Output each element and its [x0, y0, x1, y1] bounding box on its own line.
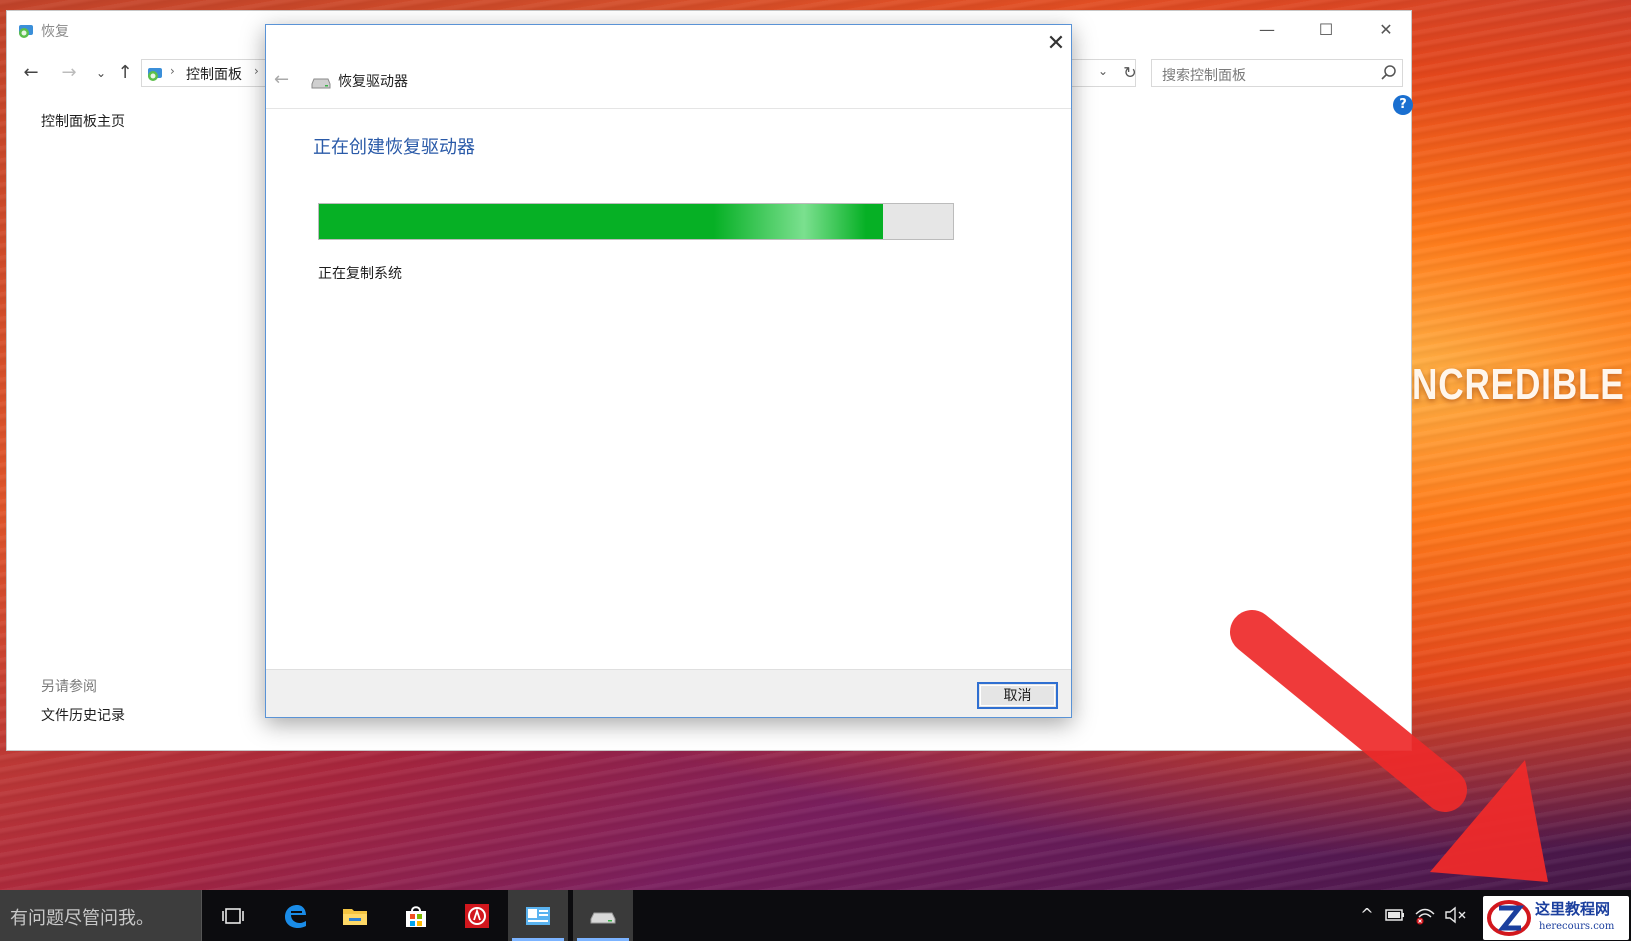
- watermark-url: herecours.com: [1539, 921, 1615, 932]
- refresh-icon[interactable]: ↻: [1120, 61, 1140, 85]
- progress-bar: [318, 203, 954, 240]
- control-panel-taskbar-button[interactable]: [508, 890, 568, 941]
- watermark-z-icon: [1487, 900, 1531, 936]
- recovery-drive-dialog: ✕ ← 恢复驱动器 正在创建恢复驱动器 正在复制系统 取消: [265, 24, 1072, 718]
- control-panel-icon: [148, 68, 162, 81]
- edge-button[interactable]: [265, 890, 325, 941]
- dialog-footer: 取消: [266, 669, 1071, 717]
- store-button[interactable]: [386, 890, 446, 941]
- search-placeholder: 搜索控制面板: [1162, 68, 1246, 84]
- edge-icon: [285, 905, 306, 928]
- task-view-icon: [222, 908, 244, 924]
- see-also-heading: 另请参阅: [41, 679, 97, 695]
- dialog-title: 恢复驱动器: [338, 74, 408, 90]
- annotation-arrow: [1230, 610, 1548, 882]
- back-arrow-icon[interactable]: ←: [19, 61, 43, 85]
- minimize-button[interactable]: —: [1253, 19, 1281, 41]
- search-input[interactable]: 搜索控制面板: [1151, 59, 1403, 87]
- progress-status: 正在复制系统: [318, 266, 402, 282]
- help-icon[interactable]: ?: [1393, 95, 1413, 115]
- address-dropdown-icon[interactable]: ⌄: [1098, 64, 1108, 78]
- maximize-button[interactable]: ☐: [1312, 19, 1340, 41]
- recovery-drive-icon: [590, 912, 616, 924]
- cortana-search-text: 有问题尽管问我。: [10, 908, 154, 929]
- drive-icon: [311, 78, 331, 89]
- progress-fill: [319, 204, 884, 239]
- cortana-search-box[interactable]: 有问题尽管问我。: [0, 890, 202, 941]
- chevron-right-icon[interactable]: ›: [254, 64, 259, 78]
- watermark-title: 这里教程网: [1535, 900, 1611, 918]
- watermark-logo: 这里教程网 herecours.com: [1483, 896, 1629, 940]
- chevron-right-icon[interactable]: ›: [170, 64, 175, 78]
- close-button[interactable]: ✕: [1372, 19, 1400, 41]
- back-arrow-icon[interactable]: ←: [274, 69, 289, 90]
- file-explorer-button[interactable]: [325, 890, 385, 941]
- network-icon[interactable]: [1414, 904, 1436, 926]
- store-icon: [406, 906, 426, 927]
- taskbar: 有问题尽管问我。 ^: [0, 890, 1631, 941]
- file-explorer-icon: [343, 909, 367, 925]
- task-view-button[interactable]: [203, 890, 263, 941]
- sidebar-item-file-history[interactable]: 文件历史记录: [41, 705, 125, 725]
- forward-arrow-icon[interactable]: →: [57, 61, 81, 85]
- volume-muted-icon[interactable]: [1444, 904, 1468, 926]
- sidebar-item-home[interactable]: 控制面板主页: [41, 111, 125, 131]
- chevron-up-icon[interactable]: ^: [1356, 904, 1378, 926]
- window-title: 恢复: [41, 24, 69, 40]
- chevron-down-icon[interactable]: ⌄: [89, 61, 113, 85]
- divider: [266, 108, 1071, 109]
- up-arrow-icon[interactable]: ↑: [113, 61, 137, 85]
- control-panel-icon: [526, 907, 550, 925]
- battery-icon[interactable]: [1384, 904, 1406, 926]
- control-panel-icon: [19, 25, 33, 38]
- wallpaper-text: NCREDIBLE: [1412, 360, 1625, 409]
- breadcrumb[interactable]: 控制面板: [186, 64, 242, 84]
- search-icon[interactable]: [1380, 64, 1398, 82]
- close-icon[interactable]: ✕: [1043, 31, 1069, 57]
- cancel-button[interactable]: 取消: [977, 682, 1058, 709]
- app-red-icon: [465, 904, 489, 928]
- page-title: 正在创建恢复驱动器: [313, 137, 475, 158]
- red-app-button[interactable]: [447, 890, 507, 941]
- recovery-drive-taskbar-button[interactable]: [573, 890, 633, 941]
